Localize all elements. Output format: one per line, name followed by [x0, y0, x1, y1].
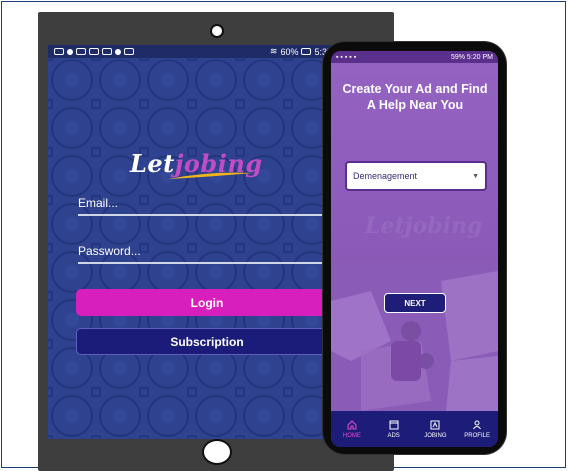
next-button[interactable]: NEXT — [384, 293, 446, 313]
page-title: Create Your Ad and Find A Help Near You — [342, 82, 488, 112]
tablet-camera — [210, 24, 224, 38]
category-select-value: Demenagement — [353, 171, 418, 181]
moving-boxes-photo — [331, 261, 498, 411]
clock: 5:20 PM — [466, 53, 493, 61]
nav-label-ads: ADS — [387, 432, 400, 439]
logo-watermark: Letjobing — [365, 213, 483, 239]
gallery-icon — [124, 48, 134, 55]
profile-icon — [473, 420, 482, 429]
tablet-home-button[interactable] — [202, 439, 232, 465]
login-button[interactable]: Login — [76, 289, 338, 316]
tablet-status-bar: ≋ 60% 5:37 — [48, 45, 338, 58]
nav-label-home: HOME — [342, 432, 361, 439]
nav-item-jobing[interactable]: JOBING — [415, 411, 457, 447]
password-field[interactable]: Password... — [78, 244, 338, 264]
battery-level: 59% — [450, 53, 465, 61]
phone-screen: ▪ ▪ ▪ ▪ ▪ 59% 5:20 PM Create Your Ad and… — [331, 51, 498, 447]
mail-icon — [76, 48, 86, 55]
status-icons: ▪ ▪ ▪ ▪ ▪ — [336, 53, 357, 61]
notification-icon — [67, 48, 73, 55]
phone-status-bar: ▪ ▪ ▪ ▪ ▪ 59% 5:20 PM — [331, 51, 498, 63]
wifi-icon: ≋ — [269, 46, 278, 56]
battery-level: 60% — [280, 46, 299, 57]
youtube-icon — [89, 48, 99, 55]
nav-item-profile[interactable]: PROFILE — [456, 411, 498, 447]
settings-icon — [115, 48, 121, 55]
jobing-icon — [430, 420, 440, 429]
nav-label-jobing: JOBING — [424, 432, 447, 439]
bottom-navigation: HOME ADS JOBING PROFILE — [331, 411, 498, 447]
email-field[interactable]: Email... — [78, 196, 338, 216]
phone-device: ▪ ▪ ▪ ▪ ▪ 59% 5:20 PM Create Your Ad and… — [323, 42, 506, 454]
message-icon — [54, 48, 64, 55]
chevron-down-icon: ▼ — [472, 172, 479, 180]
logo-swoosh-icon — [168, 172, 252, 179]
youtube-icon — [102, 48, 112, 55]
subscription-button[interactable]: Subscription — [76, 328, 338, 355]
battery-icon — [301, 48, 312, 55]
category-select[interactable]: Demenagement ▼ — [345, 161, 487, 191]
nav-item-home[interactable]: HOME — [331, 411, 373, 447]
home-icon — [347, 419, 357, 429]
tablet-screen: ≋ 60% 5:37 Letjobing Email... Password..… — [48, 45, 338, 439]
app-logo: Letjobing — [124, 143, 284, 185]
nav-item-ads[interactable]: ADS — [373, 411, 415, 447]
ads-icon — [389, 420, 399, 429]
nav-label-profile: PROFILE — [464, 432, 490, 439]
